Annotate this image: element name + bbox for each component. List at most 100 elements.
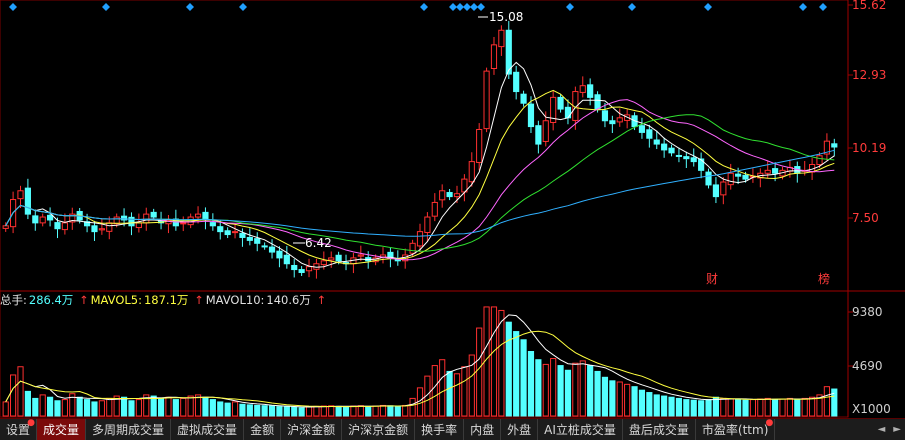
tab-1[interactable]: 成交量 (37, 419, 87, 440)
candle-body (764, 169, 771, 174)
price-axis-label: 15.62 (852, 0, 886, 12)
volume-bar (46, 396, 54, 417)
candle-body (143, 213, 150, 224)
candle-body (446, 192, 453, 198)
volume-bar (698, 400, 705, 417)
volume-bar (61, 399, 68, 417)
volume-bar (490, 306, 498, 417)
volume-bar (172, 399, 179, 417)
tab-label: 沪深京金额 (348, 423, 409, 437)
volume-bar (535, 359, 542, 417)
candle-body (128, 216, 135, 227)
tab-4[interactable]: 金额 (244, 419, 282, 440)
candle-body (735, 173, 742, 177)
volume-bar (224, 402, 231, 417)
volume-bar (335, 405, 342, 417)
candle-body (557, 96, 564, 110)
candle-body (305, 266, 313, 272)
volume-bar (83, 399, 91, 417)
volume-bar (209, 399, 216, 417)
volume-bar (764, 397, 771, 417)
tab-6[interactable]: 沪深京金额 (342, 419, 416, 440)
tab-3[interactable]: 虚拟成交量 (171, 419, 245, 440)
tab-11[interactable]: 盘后成交量 (623, 419, 696, 440)
volume-bar (10, 374, 17, 417)
candle-body (564, 106, 572, 119)
candle-body (772, 168, 779, 174)
candle-body (468, 161, 475, 183)
volume-bar (542, 363, 549, 417)
top-event-markers[interactable] (9, 3, 827, 11)
volume-bar (749, 399, 757, 417)
ranking-marker[interactable]: 榜 (818, 271, 830, 286)
volume-bar (439, 359, 446, 417)
volume-bar (254, 404, 261, 417)
candle-body (653, 139, 660, 145)
tab-12[interactable]: 市盈率(ttm) ● (696, 419, 776, 440)
volume-bar (579, 360, 586, 417)
volume-bar (106, 397, 113, 417)
tab-10[interactable]: AI立桩成交量 (538, 419, 623, 440)
candle-body (675, 154, 683, 157)
volume-bar (831, 388, 838, 417)
candle-body (46, 214, 54, 221)
candle-body (638, 125, 646, 133)
volume-bar (624, 383, 631, 417)
volume-bar (705, 399, 712, 417)
volume-bar (638, 389, 646, 417)
volume-bar (180, 397, 187, 417)
tab-scroll-left-icon[interactable]: ◄ (874, 419, 890, 440)
candle-body (424, 216, 431, 234)
mavol5-label: MAVOL5: (90, 293, 142, 307)
volume-bar (342, 406, 350, 417)
tab-label: 金额 (250, 423, 275, 437)
volume-bar (276, 406, 283, 417)
candle-body (720, 181, 727, 196)
candle-body (320, 260, 327, 266)
candle-body (498, 29, 505, 48)
tab-5[interactable]: 沪深金额 (281, 419, 343, 440)
volume-bar (690, 399, 697, 417)
candle-body (231, 231, 239, 234)
volume-bar (54, 400, 61, 417)
tab-dot-icon: ● (27, 418, 36, 428)
kline-chart[interactable]: 15.62 12.93 10.19 7.50 9380 4690 X1000 1… (0, 0, 905, 418)
volume-bar (668, 396, 675, 417)
financial-report-marker[interactable]: 财 (706, 272, 718, 286)
candle-body (587, 84, 594, 98)
arrow-up-icon: ↑ (78, 293, 89, 307)
volume-bar (616, 381, 623, 417)
volume-bar (305, 406, 313, 417)
tab-2[interactable]: 多周期成交量 (86, 419, 172, 440)
volume-bar (609, 380, 616, 417)
tab-label: 虚拟成交量 (177, 423, 238, 437)
chart-frame (0, 0, 849, 418)
tab-0[interactable]: 设置 ● (0, 418, 38, 440)
volume-bar (320, 405, 327, 417)
volume-bar (32, 397, 39, 417)
tab-label: 沪深金额 (287, 423, 336, 437)
event-diamond-icon (456, 3, 464, 11)
candle-body (527, 103, 535, 128)
low-price-annotation: 6.42 (293, 236, 332, 250)
candle-body (268, 246, 276, 253)
tab-label: 内盘 (470, 423, 495, 437)
event-diamond-icon (239, 3, 247, 11)
candle-body (579, 85, 586, 93)
volume-bar (594, 370, 601, 417)
tab-7[interactable]: 换手率 (415, 419, 465, 440)
volume-axis-label: 4690 (852, 359, 883, 373)
candle-body (542, 120, 549, 142)
indicator-tab-bar: 设置 ● 成交量 多周期成交量 虚拟成交量 金额 沪深金额 沪深京金额 换手率 内盘 外盘 AI立桩成… (0, 418, 905, 440)
volume-bar (298, 407, 305, 417)
candle-body (261, 245, 268, 248)
tab-scroll-right-icon[interactable]: ► (889, 419, 905, 440)
tab-8[interactable]: 内盘 (464, 419, 502, 440)
event-diamond-icon (449, 3, 457, 11)
volume-axis-label: 9380 (852, 305, 883, 319)
volume-bar (76, 396, 83, 417)
event-diamond-icon (477, 3, 485, 11)
mavol10-label: MAVOL10: (205, 293, 265, 307)
candle-body (224, 230, 231, 236)
tab-9[interactable]: 外盘 (501, 419, 539, 440)
